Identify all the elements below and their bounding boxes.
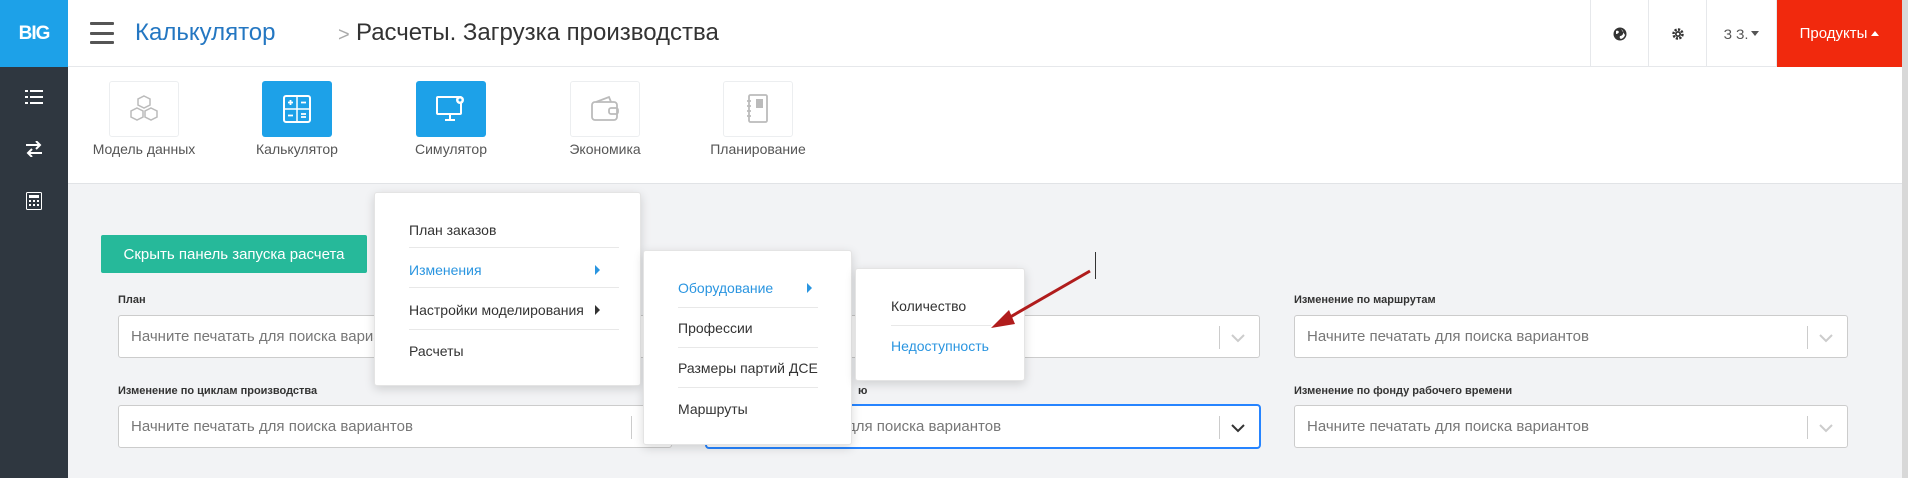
gear-icon[interactable] (1648, 0, 1706, 67)
menu-item-equipment[interactable]: Оборудование (678, 280, 773, 296)
fund-change-label: Изменение по фонду рабочего времени (1294, 385, 1513, 397)
top-bar: Калькулятор > Расчеты. Загрузка производ… (68, 0, 1908, 67)
hamburger-menu-icon[interactable] (90, 22, 114, 44)
caret-right-icon (595, 265, 600, 275)
hide-launch-panel-button[interactable]: Скрыть панель запуска расчета (101, 235, 367, 273)
user-menu[interactable]: З З. (1706, 0, 1777, 67)
menu-item-modeling-settings[interactable]: Настройки моделирования (409, 302, 584, 318)
module-simulator[interactable]: Симулятор (381, 81, 521, 157)
wallet-icon (570, 81, 640, 137)
module-bar: Модель данных Калькулятор Симулятор Экон… (68, 67, 1902, 184)
chevron-down-icon (1231, 334, 1245, 343)
left-sidebar: BIG (0, 0, 68, 478)
menu-item-calculations[interactable]: Расчеты (409, 343, 464, 359)
breadcrumb-parent[interactable]: Калькулятор (135, 19, 276, 47)
breadcrumb-separator: > (338, 24, 350, 46)
cycle-change-placeholder: Начните печатать для поиска вариантов (131, 418, 413, 435)
chevron-down-icon (1819, 334, 1833, 343)
page-title: Расчеты. Загрузка производства (356, 19, 719, 46)
globe-icon[interactable] (1590, 0, 1648, 67)
partial-label: ю (858, 385, 868, 397)
menu-item-quantity[interactable]: Количество (891, 298, 966, 314)
module-planning[interactable]: Планирование (688, 81, 828, 157)
menu-item-order-plan[interactable]: План заказов (409, 222, 496, 238)
products-button[interactable]: Продукты (1777, 0, 1902, 67)
chevron-down-icon (1819, 424, 1833, 433)
user-name: З З. (1723, 25, 1749, 42)
plan-label: План (118, 294, 146, 306)
menu-item-professions[interactable]: Профессии (678, 320, 753, 336)
focused-placeholder: для поиска вариантов (847, 418, 1002, 435)
menu-item-routes[interactable]: Маршруты (678, 401, 748, 417)
monitor-gear-icon (416, 81, 486, 137)
route-change-select[interactable]: Начните печатать для поиска вариантов (1294, 315, 1848, 358)
calculator-module-icon (262, 81, 332, 137)
module-economics[interactable]: Экономика (535, 81, 675, 157)
menu-item-batch-sizes[interactable]: Размеры партий ДСЕ (678, 360, 818, 376)
chevron-down-icon (1231, 424, 1245, 433)
module-calculator[interactable]: Калькулятор (227, 81, 367, 157)
products-label: Продукты (1799, 25, 1868, 42)
caret-down-icon (1751, 31, 1760, 36)
menu-item-unavailability[interactable]: Недоступность (891, 338, 989, 354)
calculator-icon[interactable] (0, 181, 68, 221)
caret-up-icon (1871, 31, 1880, 36)
submenu-changes: Оборудование Профессии Размеры партий ДС… (643, 250, 852, 445)
caret-right-icon (595, 305, 600, 315)
notebook-icon (723, 81, 793, 137)
dropdown-menu: План заказов Изменения Настройки моделир… (374, 192, 641, 386)
cycle-change-label: Изменение по циклам производства (118, 385, 318, 397)
caret-right-icon (807, 283, 812, 293)
cycle-change-select[interactable]: Начните печатать для поиска вариантов (118, 405, 672, 448)
route-change-placeholder: Начните печатать для поиска вариантов (1307, 328, 1589, 345)
text-cursor (1095, 252, 1096, 279)
module-label: Модель данных (92, 141, 196, 157)
cubes-icon (109, 81, 179, 137)
fund-change-select[interactable]: Начните печатать для поиска вариантов (1294, 405, 1848, 448)
module-label: Планирование (710, 141, 806, 157)
module-data-model[interactable]: Модель данных (74, 81, 214, 157)
route-change-label: Изменение по маршрутам (1294, 294, 1436, 306)
list-icon[interactable] (0, 77, 68, 117)
module-label: Экономика (569, 141, 641, 157)
swap-icon[interactable] (0, 129, 68, 169)
app-logo[interactable]: BIG (0, 0, 68, 67)
annotation-arrow-icon (991, 269, 1091, 328)
plan-placeholder: Начните печатать для поиска вариантов (131, 328, 413, 345)
fund-change-placeholder: Начните печатать для поиска вариантов (1307, 418, 1589, 435)
menu-item-changes[interactable]: Изменения (409, 262, 482, 278)
page-scrollbar[interactable] (1902, 0, 1908, 478)
module-label: Калькулятор (256, 141, 338, 157)
module-label: Симулятор (415, 141, 487, 157)
